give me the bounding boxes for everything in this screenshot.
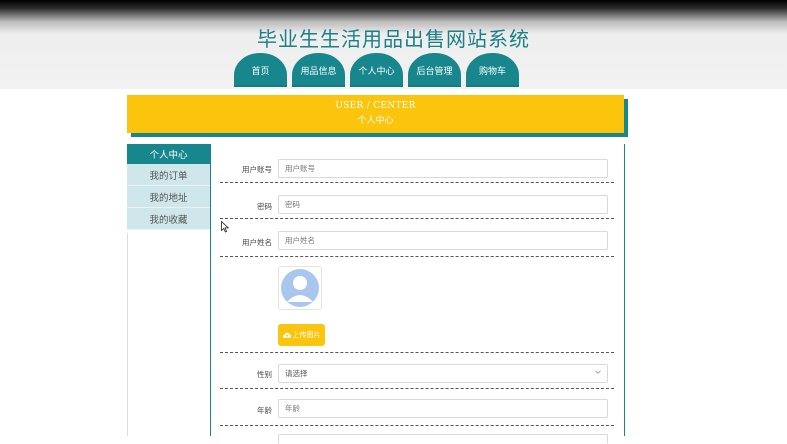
chevron-down-icon: [595, 370, 601, 374]
account-input[interactable]: [278, 159, 608, 178]
age-label: 年龄: [257, 406, 272, 415]
name-input[interactable]: [278, 231, 608, 250]
page-banner: USER / CENTER 个人中心: [127, 95, 624, 133]
form-row-password: 密码: [220, 186, 614, 219]
nav-tab-cart[interactable]: 购物车: [466, 53, 519, 87]
avatar-preview: [278, 266, 322, 310]
sidebar: 个人中心 我的订单 我的地址 我的收藏: [127, 144, 210, 230]
password-label: 密码: [257, 202, 272, 211]
nav-tab-home[interactable]: 首页: [234, 53, 287, 87]
gender-label: 性别: [257, 370, 272, 379]
nav-tab-admin[interactable]: 后台管理: [408, 53, 461, 87]
gender-select-value: 请选择: [285, 369, 308, 378]
password-input[interactable]: [278, 195, 608, 214]
banner-title-zh: 个人中心: [357, 116, 394, 126]
form-row-next: [220, 427, 614, 444]
account-label: 用户账号: [242, 165, 272, 174]
sidebar-item-addresses[interactable]: 我的地址: [127, 186, 210, 208]
sidebar-item-orders[interactable]: 我的订单: [127, 164, 210, 186]
sidebar-item-favorites[interactable]: 我的收藏: [127, 208, 210, 230]
banner-title-en: USER / CENTER: [335, 101, 416, 111]
form-row-gender: 性别 请选择: [220, 356, 614, 389]
mouse-cursor-icon: [221, 221, 230, 233]
name-label: 用户姓名: [242, 238, 272, 247]
form-row-avatar: [220, 315, 614, 353]
form-row-age: 年龄: [220, 391, 614, 426]
site-header: 毕业生生活用品出售网站系统 首页 用品信息 个人中心 后台管理 购物车: [0, 0, 787, 89]
content-right-border: [624, 144, 625, 436]
form-row-account: 用户账号: [220, 150, 614, 183]
content-left-border: [210, 144, 211, 436]
sidebar-border: [127, 233, 128, 436]
gender-select[interactable]: 请选择: [278, 364, 608, 383]
nav-tab-products[interactable]: 用品信息: [292, 53, 345, 87]
site-title: 毕业生生活用品出售网站系统: [257, 27, 530, 51]
avatar-placeholder-icon: [281, 269, 319, 307]
form-row-name: 用户姓名: [220, 222, 614, 257]
age-input[interactable]: [278, 399, 608, 418]
nav-tab-user-center[interactable]: 个人中心: [350, 53, 403, 87]
sidebar-heading: 个人中心: [127, 144, 210, 164]
